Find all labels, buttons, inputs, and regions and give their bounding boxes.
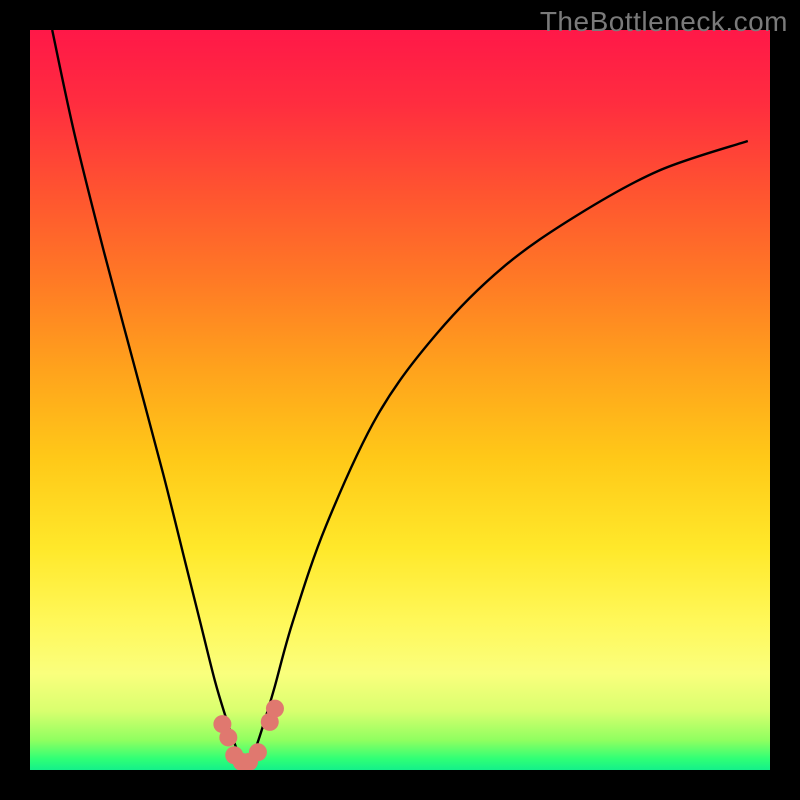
watermark-text: TheBottleneck.com: [540, 6, 788, 38]
curve-layer: [30, 30, 770, 770]
curve-marker: [266, 700, 284, 718]
curve-marker: [249, 743, 267, 761]
curve-marker: [219, 728, 237, 746]
chart-frame: TheBottleneck.com: [0, 0, 800, 800]
plot-gradient-area: [30, 30, 770, 770]
bottleneck-curve: [52, 30, 748, 763]
